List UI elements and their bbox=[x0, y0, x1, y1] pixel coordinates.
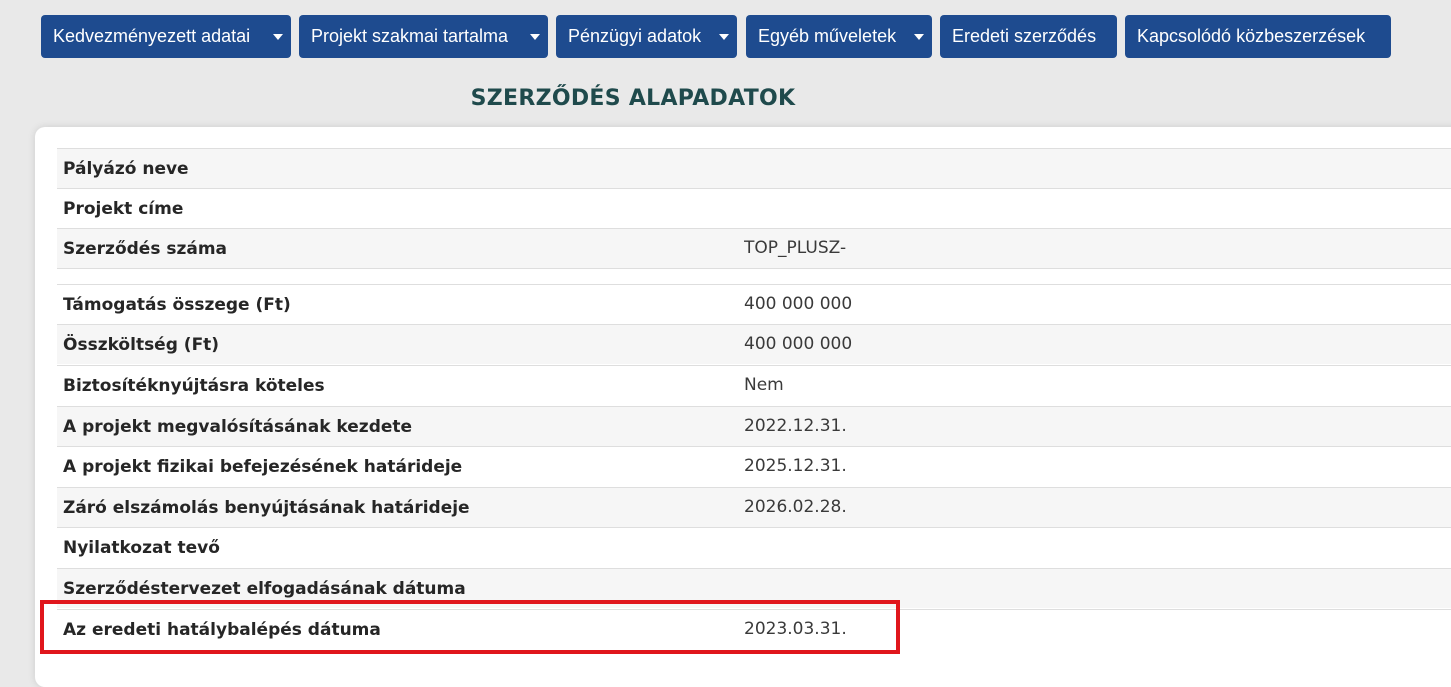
projekt-szakmai-tartalma-dropdown-button[interactable]: Projekt szakmai tartalma bbox=[299, 15, 548, 58]
row-label: Záró elszámolás benyújtásának határideje bbox=[63, 498, 470, 518]
table-row: Nyilatkozat tevő bbox=[57, 527, 1451, 567]
row-label: Összköltség (Ft) bbox=[63, 335, 220, 355]
table-row: Záró elszámolás benyújtásának határideje… bbox=[57, 487, 1451, 527]
table-row: A projekt fizikai befejezésének határide… bbox=[57, 446, 1451, 486]
kapcsolodo-kozbeszerzesek-button[interactable]: Kapcsolódó közbeszerzések bbox=[1125, 15, 1391, 58]
row-label: A projekt fizikai befejezésének határide… bbox=[63, 457, 463, 477]
nav-button-label: Pénzügyi adatok bbox=[568, 26, 702, 46]
row-label: Szerződés száma bbox=[63, 239, 228, 259]
kedvezmenyezett-adatai-dropdown-button[interactable]: Kedvezményezett adatai bbox=[41, 15, 291, 58]
caret-down-icon bbox=[273, 34, 283, 40]
row-value: 2026.02.28. bbox=[744, 497, 847, 517]
highlight-annotation-box bbox=[40, 600, 900, 654]
table-row: A projekt megvalósításának kezdete 2022.… bbox=[57, 406, 1451, 446]
table-row: Szerződés száma TOP_PLUSZ- bbox=[57, 228, 1451, 268]
table-row: Biztosítéknyújtásra köteles Nem bbox=[57, 365, 1451, 405]
table-row: Projekt címe bbox=[57, 188, 1451, 228]
row-value: 2025.12.31. bbox=[744, 456, 847, 476]
caret-down-icon bbox=[914, 34, 924, 40]
egyeb-muveletek-dropdown-button[interactable]: Egyéb műveletek bbox=[746, 15, 932, 58]
row-label: Biztosítéknyújtásra köteles bbox=[63, 376, 325, 396]
table-row: Támogatás összege (Ft) 400 000 000 bbox=[57, 284, 1451, 324]
table-row bbox=[57, 268, 1451, 284]
caret-down-icon bbox=[530, 34, 540, 40]
row-label: Támogatás összege (Ft) bbox=[63, 295, 291, 315]
row-value: 400 000 000 bbox=[744, 334, 853, 354]
nav-button-label: Egyéb műveletek bbox=[758, 26, 897, 46]
row-value: TOP_PLUSZ- bbox=[744, 238, 847, 258]
row-label: A projekt megvalósításának kezdete bbox=[63, 417, 413, 437]
row-label: Pályázó neve bbox=[63, 159, 189, 179]
row-label: Projekt címe bbox=[63, 199, 184, 219]
nav-button-label: Projekt szakmai tartalma bbox=[311, 26, 509, 46]
page-title: SZERZŐDÉS ALAPADATOK bbox=[470, 86, 796, 111]
row-label: Nyilatkozat tevő bbox=[63, 538, 220, 558]
nav-button-label: Kapcsolódó közbeszerzések bbox=[1137, 26, 1366, 46]
table-row: Pályázó neve bbox=[57, 148, 1451, 188]
row-value: Nem bbox=[744, 375, 784, 395]
eredeti-szerzodes-button[interactable]: Eredeti szerződés bbox=[940, 15, 1117, 58]
row-value: 2022.12.31. bbox=[744, 416, 847, 436]
nav-button-label: Eredeti szerződés bbox=[952, 26, 1097, 46]
row-value: 400 000 000 bbox=[744, 294, 853, 314]
caret-down-icon bbox=[719, 34, 729, 40]
table-row: Összköltség (Ft) 400 000 000 bbox=[57, 324, 1451, 364]
nav-button-label: Kedvezményezett adatai bbox=[53, 26, 251, 46]
penzugyi-adatok-dropdown-button[interactable]: Pénzügyi adatok bbox=[556, 15, 737, 58]
